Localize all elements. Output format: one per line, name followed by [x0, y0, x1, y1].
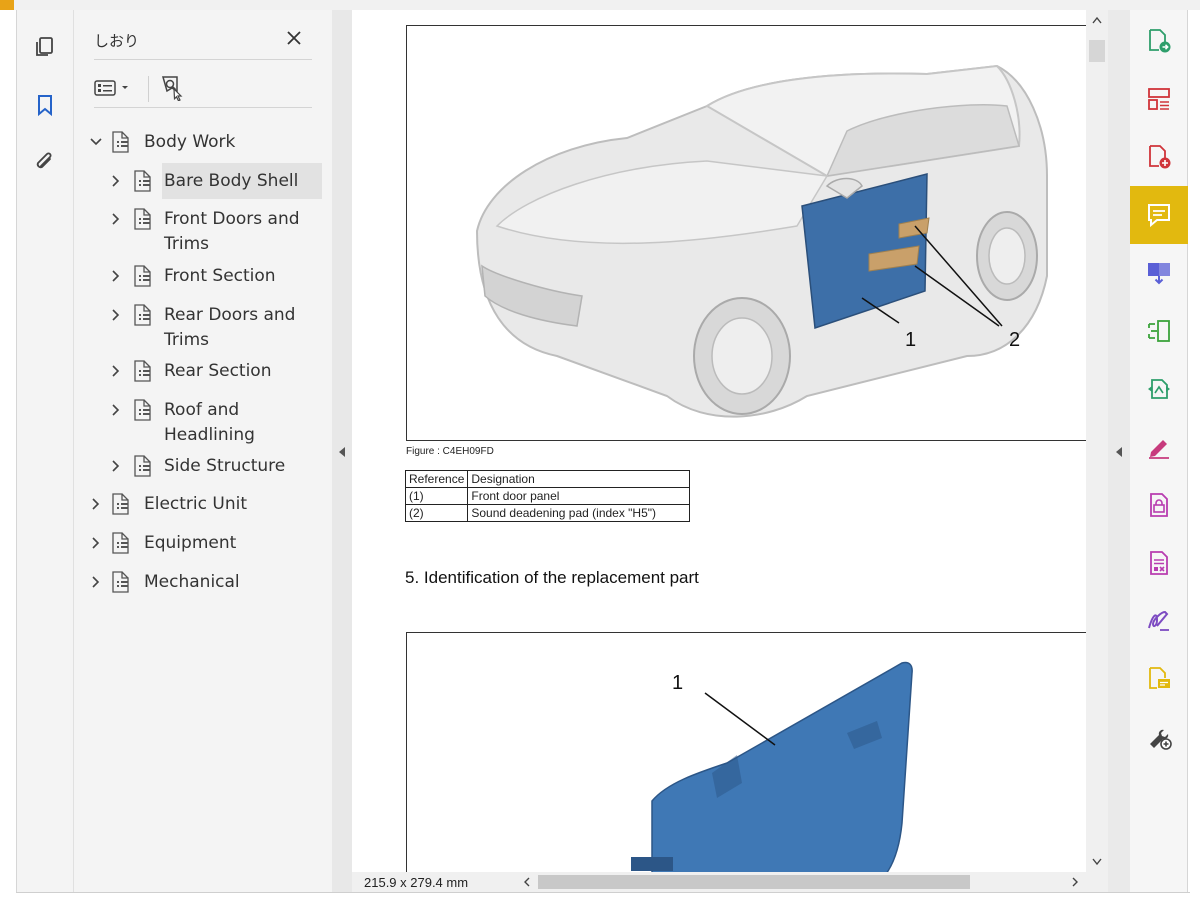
chevron-right-icon[interactable]: [88, 496, 104, 512]
bookmark-label-line2: Trims: [164, 234, 210, 254]
more-tools-icon[interactable]: [1130, 708, 1188, 766]
table-cell: Sound deadening pad (index "H5"): [467, 504, 691, 522]
chevron-right-icon[interactable]: [108, 363, 124, 379]
chevron-right-icon[interactable]: [108, 307, 124, 323]
bookmark-doc-icon: [112, 571, 132, 593]
scan-ocr-icon[interactable]: [1130, 302, 1188, 360]
table-header-cell: Designation: [467, 470, 691, 488]
scroll-up-icon[interactable]: [1092, 14, 1102, 26]
send-for-comments-icon[interactable]: [1130, 650, 1188, 708]
tools-rail: [1130, 10, 1188, 892]
left-nav-rail: [16, 10, 74, 892]
comment-icon[interactable]: [1130, 186, 1188, 244]
table-row: (2) Sound deadening pad (index "H5"): [404, 504, 691, 522]
bookmark-label: Body Work: [144, 132, 236, 152]
scroll-left-icon[interactable]: [522, 876, 532, 888]
create-pdf-icon[interactable]: [1130, 128, 1188, 186]
left-panel-divider[interactable]: [332, 10, 352, 892]
options-menu-icon[interactable]: [94, 74, 140, 102]
table-header-row: Reference Designation: [404, 470, 691, 488]
scroll-right-icon[interactable]: [1070, 876, 1080, 888]
bookmark-doc-icon: [112, 131, 132, 153]
table-row: (1) Front door panel: [404, 487, 691, 505]
redact-icon[interactable]: [1130, 534, 1188, 592]
replacement-door-shape: [651, 661, 913, 872]
reference-table: Reference Designation (1) Front door pan…: [404, 470, 691, 522]
bookmark-label: Rear Section: [164, 361, 272, 381]
bookmarks-title: しおり: [94, 32, 140, 50]
bookmarks-toolbar: [94, 68, 312, 108]
pages-icon[interactable]: [30, 32, 60, 62]
compare-files-icon[interactable]: [1130, 360, 1188, 418]
horizontal-scroll-thumb[interactable]: [538, 875, 970, 889]
vertical-scrollbar[interactable]: [1086, 10, 1108, 872]
toolbar-separator: [148, 76, 149, 102]
chevron-right-icon[interactable]: [88, 535, 104, 551]
protect-icon[interactable]: [1130, 476, 1188, 534]
bookmark-doc-icon: [134, 265, 154, 287]
chevron-right-icon[interactable]: [108, 211, 124, 227]
bookmark-label: Electric Unit: [144, 494, 248, 514]
horizontal-status-bar: 215.9 x 279.4 mm: [352, 872, 1108, 892]
bookmarks-header: しおり: [94, 22, 312, 60]
bookmark-label: Side Structure: [164, 456, 286, 476]
collapse-right-icon[interactable]: [1114, 446, 1124, 458]
bookmark-label-line2: Trims: [164, 330, 210, 350]
figure-door-panel: 1: [406, 632, 1086, 872]
bookmark-doc-icon: [134, 208, 154, 230]
bookmark-label: Roof and: [164, 400, 240, 420]
chevron-right-icon[interactable]: [108, 458, 124, 474]
scroll-down-icon[interactable]: [1092, 856, 1102, 868]
top-strip: [0, 0, 1200, 10]
chevron-right-icon[interactable]: [88, 574, 104, 590]
chevron-right-icon[interactable]: [108, 268, 124, 284]
bookmark-label: Equipment: [144, 533, 237, 553]
table-cell: Front door panel: [467, 487, 691, 505]
callout-1: 1: [905, 329, 916, 351]
app-accent-tab: [0, 0, 14, 10]
attachment-icon[interactable]: [30, 148, 60, 178]
bookmark-doc-icon: [134, 399, 154, 421]
bookmark-doc-icon: [134, 455, 154, 477]
document-view[interactable]: 1 2 Figure : C4EH09FD Reference Designat…: [352, 10, 1086, 872]
table-header-cell: Reference: [404, 470, 469, 488]
bookmark-label: Rear Doors and: [164, 305, 296, 325]
bookmark-doc-icon: [134, 360, 154, 382]
table-cell: (1): [404, 487, 469, 505]
figure-car-door: 1 2: [406, 25, 1086, 441]
bookmark-icon[interactable]: [30, 90, 60, 120]
bookmark-label: Bare Body Shell: [164, 171, 299, 191]
bookmark-doc-icon: [134, 170, 154, 192]
page-size-readout: 215.9 x 279.4 mm: [364, 875, 469, 890]
collapse-left-icon[interactable]: [337, 446, 347, 458]
chevron-down-icon[interactable]: [88, 134, 104, 150]
bookmark-doc-icon: [112, 493, 132, 515]
callout-2: 2: [1009, 329, 1020, 351]
organize-pages-icon[interactable]: [1130, 70, 1188, 128]
bookmark-label: Front Doors and: [164, 209, 300, 229]
sign-icon[interactable]: [1130, 592, 1188, 650]
table-cell: (2): [404, 504, 469, 522]
find-bookmark-icon[interactable]: [160, 74, 188, 102]
window-bottom-border: [16, 892, 1190, 893]
section-heading: 5. Identification of the replacement par…: [405, 568, 699, 587]
bookmark-doc-icon: [112, 532, 132, 554]
bookmark-label: Mechanical: [144, 572, 240, 592]
combine-files-icon[interactable]: [1130, 244, 1188, 302]
bookmark-doc-icon: [134, 304, 154, 326]
chevron-right-icon[interactable]: [108, 402, 124, 418]
bookmarks-panel: しおり Body Work Bare Body Shell Front Door…: [74, 10, 332, 892]
chevron-right-icon[interactable]: [108, 173, 124, 189]
scrollbar-thumb[interactable]: [1089, 40, 1105, 62]
right-panel-divider[interactable]: [1108, 10, 1130, 892]
figure-caption: Figure : C4EH09FD: [406, 446, 494, 457]
export-pdf-icon[interactable]: [1130, 12, 1188, 70]
fill-sign-icon[interactable]: [1130, 418, 1188, 476]
callout-1: 1: [672, 672, 683, 694]
bookmark-label: Front Section: [164, 266, 276, 286]
bookmark-label-line2: Headlining: [164, 425, 255, 445]
close-icon[interactable]: [280, 24, 308, 52]
